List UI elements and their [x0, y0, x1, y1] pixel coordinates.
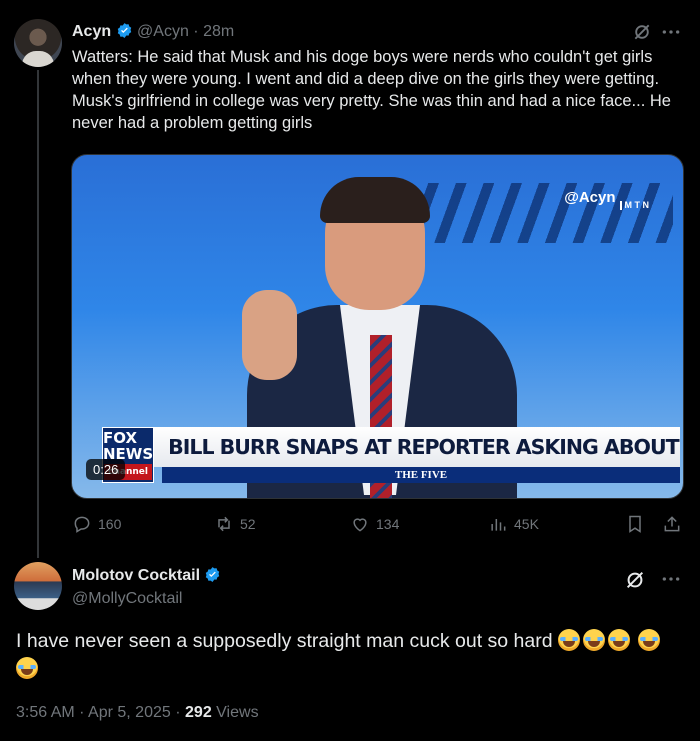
- video-player[interactable]: @Acyn M T N FOX NEWS channel BILL BURR SN…: [71, 154, 684, 499]
- separator-dot: ·: [193, 23, 199, 40]
- tears-of-joy-emoji-icon: [608, 629, 630, 651]
- separator-dot: ·: [79, 704, 89, 721]
- like-button[interactable]: 134: [350, 514, 399, 534]
- tears-of-joy-emoji-icon: [583, 629, 605, 651]
- thread-line: [37, 70, 39, 558]
- reply-button[interactable]: 160: [72, 514, 121, 534]
- more-icon[interactable]: [661, 24, 681, 40]
- author-handle[interactable]: @Acyn: [137, 23, 189, 40]
- reply-header: Molotov Cocktail: [72, 566, 221, 585]
- grok-icon[interactable]: [624, 569, 646, 591]
- reply-icon: [74, 516, 90, 533]
- video-subject-hand: [242, 290, 297, 380]
- like-count: 134: [376, 516, 400, 532]
- repost-icon: [218, 516, 230, 532]
- verified-badge-icon: [117, 23, 131, 38]
- author-name[interactable]: Acyn: [72, 23, 111, 40]
- news-headline: BILL BURR SNAPS AT REPORTER ASKING ABOUT…: [168, 435, 683, 459]
- repost-count: 52: [240, 516, 256, 532]
- tweet-header: Acyn @Acyn · 28m: [72, 22, 234, 41]
- grok-icon[interactable]: [632, 22, 652, 42]
- reply-author-handle[interactable]: @MollyCocktail: [72, 590, 182, 608]
- video-duration: 0:26: [86, 459, 126, 480]
- news-lower-third: FOX NEWS channel BILL BURR SNAPS AT REPO…: [102, 427, 683, 483]
- reply-avatar[interactable]: [14, 562, 62, 610]
- tweet-text: Watters: He said that Musk and his doge …: [72, 48, 671, 132]
- views-count: 45K: [514, 516, 539, 532]
- reply-text: I have never seen a supposedly straight …: [16, 627, 686, 683]
- tears-of-joy-emoji-icon: [638, 629, 661, 651]
- verified-badge-icon: [206, 567, 220, 582]
- bookmark-icon[interactable]: [625, 514, 645, 534]
- more-icon[interactable]: [661, 571, 681, 587]
- views-icon: [491, 519, 506, 531]
- tears-of-joy-emoji-icon: [16, 657, 38, 679]
- reply-author-name[interactable]: Molotov Cocktail: [72, 567, 200, 584]
- repost-button[interactable]: 52: [214, 514, 256, 534]
- video-subject-hair: [320, 177, 430, 223]
- video-watermark: @Acyn M T N: [564, 189, 649, 210]
- watermark-sub: M T N: [619, 201, 649, 210]
- separator-dot: ·: [175, 704, 186, 721]
- reply-count: 160: [98, 516, 122, 532]
- tweet-time[interactable]: 28m: [203, 23, 234, 40]
- reply-views-label: Views: [216, 704, 259, 721]
- reply-text-content: I have never seen a supposedly straight …: [16, 630, 553, 652]
- reply-date[interactable]: Apr 5, 2025: [88, 704, 171, 721]
- reply-meta: 3:56 AM · Apr 5, 2025 · 292 Views: [16, 704, 259, 722]
- reply-timestamp[interactable]: 3:56 AM: [16, 704, 75, 721]
- tweet-actions: 160 52 134 45K: [72, 514, 684, 534]
- share-icon[interactable]: [662, 514, 682, 534]
- show-name: THE FIVE: [162, 467, 680, 483]
- avatar[interactable]: [14, 19, 62, 67]
- reply-views-count: 292: [185, 704, 212, 721]
- views-button[interactable]: 45K: [488, 514, 539, 534]
- tears-of-joy-emoji-icon: [558, 629, 580, 651]
- like-icon: [353, 518, 367, 532]
